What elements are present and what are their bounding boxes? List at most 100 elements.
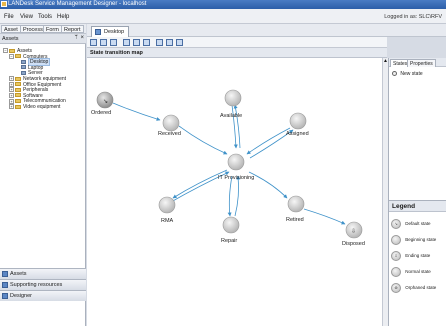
app-icon [1, 1, 7, 7]
nav-assets-label: Assets [10, 271, 27, 277]
edge-available-it [231, 104, 238, 149]
folder-icon [15, 82, 21, 87]
legend-label: Beginning state [405, 237, 437, 243]
nav-designer[interactable]: Designer [0, 290, 86, 301]
edge-received-it [178, 125, 228, 155]
expand-icon[interactable]: + [9, 92, 14, 98]
state-label-available: Available [220, 113, 243, 119]
state-node-rma [158, 196, 176, 214]
refresh-icon[interactable] [110, 39, 117, 46]
expand-icon[interactable]: + [9, 104, 14, 110]
edge-it-repair [227, 175, 233, 217]
legend-item-default: ↘ Default state [391, 219, 431, 229]
help-icon[interactable] [166, 39, 173, 46]
legend-label: Ending state [405, 253, 431, 259]
layout-icon[interactable] [123, 39, 130, 46]
nav-assets[interactable]: Assets [0, 268, 86, 279]
expand-icon[interactable]: + [9, 81, 14, 87]
zoom-icon[interactable] [133, 39, 140, 46]
menu-help[interactable]: Help [57, 14, 69, 20]
tab-desktop[interactable]: Desktop [91, 26, 130, 37]
state-node-assigned [289, 112, 307, 130]
state-label-rma: RMA [161, 218, 174, 224]
folder-icon [15, 76, 21, 81]
default-state-icon: ↘ [391, 219, 401, 229]
state-node-received [162, 114, 180, 132]
title-bar: LANDesk Service Management Designer - lo… [0, 0, 446, 9]
edge-repair-it [234, 175, 241, 217]
logged-in-label: Logged in as: SLC\RFV [384, 14, 442, 20]
new-icon[interactable] [90, 39, 97, 46]
close-icon[interactable]: × [80, 35, 84, 41]
doc-tab-label: Desktop [104, 29, 125, 35]
left-tabs: Asset Process Form Report [0, 24, 86, 34]
state-node-available [224, 89, 242, 107]
document-tabs: Desktop [87, 24, 446, 37]
delete-icon[interactable] [156, 39, 163, 46]
expand-icon[interactable]: − [9, 53, 14, 59]
pin-icon[interactable]: ᛘ [74, 35, 78, 41]
state-transition-canvas[interactable]: ↘ ⇩ Ordered Received Available Assigned … [87, 58, 382, 326]
menu-file[interactable]: File [4, 14, 14, 20]
state-label-assigned: Assigned [286, 131, 309, 137]
expand-icon[interactable]: − [3, 48, 8, 54]
resources-icon [2, 282, 8, 288]
edge-retired-disposed [303, 208, 346, 225]
expand-icon[interactable]: + [9, 87, 14, 93]
folder-icon [15, 87, 21, 92]
legend-item-normal: Normal state [391, 267, 431, 277]
tab-report[interactable]: Report [61, 25, 84, 33]
legend-label: Default state [405, 221, 431, 227]
diagram-toolbar [87, 37, 387, 48]
menu-view[interactable]: View [20, 14, 33, 20]
state-label-received: Received [158, 131, 181, 137]
tab-form[interactable]: Form [43, 25, 62, 33]
desktop-icon [95, 29, 101, 35]
left-panel-title: Assets [2, 36, 19, 42]
ending-state-glyph: ⇩ [351, 228, 356, 235]
new-state-icon [392, 71, 397, 77]
state-label-repair: Repair [221, 238, 238, 244]
assets-icon [2, 271, 8, 277]
legend: Legend ↘ Default state Beginning state ⇩… [389, 200, 446, 326]
orphaned-state-icon: ⊗ [391, 283, 401, 293]
legend-item-orphaned: ⊗ Orphaned state [391, 283, 436, 293]
options-icon[interactable] [176, 39, 183, 46]
folder-icon [9, 48, 15, 53]
tab-asset[interactable]: Asset [1, 25, 21, 33]
state-label-disposed: Disposed [342, 241, 365, 247]
nav-supporting-resources[interactable]: Supporting resources [0, 279, 86, 290]
designer-icon [2, 293, 8, 299]
expand-icon[interactable]: + [9, 98, 14, 104]
expand-icon[interactable]: + [9, 76, 14, 82]
state-label-ordered: Ordered [91, 110, 112, 116]
nav-supporting-label: Supporting resources [10, 282, 63, 288]
section-title: State transition map [87, 48, 387, 58]
edge-it-retired [248, 171, 288, 199]
right-tabs: States Properties [389, 58, 446, 67]
tree-item[interactable]: + Video equipment [9, 104, 60, 110]
device-icon [21, 59, 26, 64]
default-state-glyph: ↘ [103, 99, 108, 105]
ending-state-icon: ⇩ [391, 251, 401, 261]
legend-label: Normal state [405, 269, 431, 275]
normal-state-icon [391, 267, 401, 277]
tab-properties[interactable]: Properties [407, 59, 436, 67]
grid-icon[interactable] [143, 39, 150, 46]
tree-item-label: Video equipment [23, 104, 61, 110]
device-icon [21, 71, 26, 76]
legend-label: Orphaned state [405, 285, 437, 291]
save-icon[interactable] [100, 39, 107, 46]
state-node-it-provisioning [227, 153, 245, 171]
legend-item-beginning: Beginning state [391, 235, 436, 245]
new-state-item[interactable]: New state [392, 71, 423, 77]
nav-designer-label: Designer [10, 293, 33, 299]
window-title: LANDesk Service Management Designer - lo… [8, 1, 147, 7]
edge-ordered-received [112, 102, 161, 121]
state-node-repair [222, 216, 240, 234]
menu-tools[interactable]: Tools [38, 14, 52, 20]
menu-bar: File View Tools Help Logged in as: SLC\R… [0, 9, 446, 24]
state-label-it-provisioning: IT Provisioning [218, 175, 255, 181]
tab-process[interactable]: Process [20, 25, 46, 33]
beginning-state-icon [391, 235, 401, 245]
